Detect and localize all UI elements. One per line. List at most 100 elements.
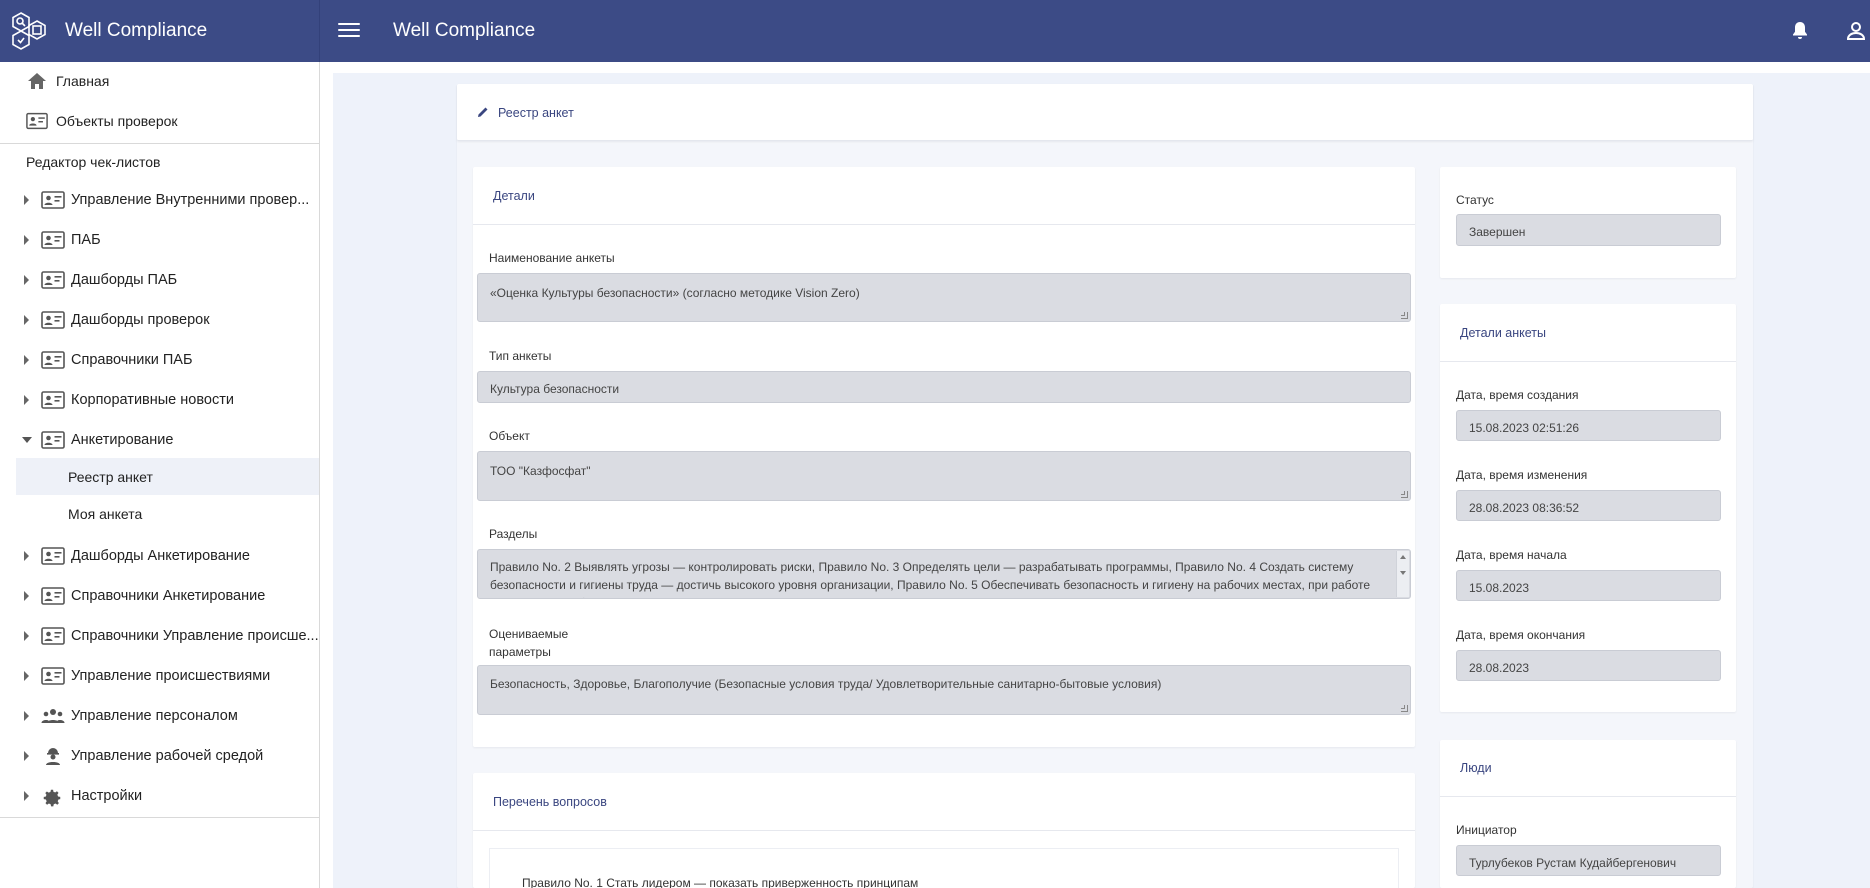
created-field[interactable]: 15.08.2023 02:51:26: [1456, 410, 1721, 441]
caret-right-icon[interactable]: [24, 395, 29, 405]
card-divider: [1440, 796, 1736, 797]
sidebar-section-editor[interactable]: Редактор чек-листов: [26, 154, 161, 170]
breadcrumb[interactable]: Реестр анкет: [498, 106, 574, 120]
sidebar-item[interactable]: Дашборды проверок: [0, 302, 319, 338]
evaluated-params-value: Безопасность, Здоровье, Благополучие (Бе…: [490, 677, 1162, 691]
sidebar-item-label: Главная: [56, 73, 110, 89]
caret-right-icon[interactable]: [24, 671, 29, 681]
card-divider: [1440, 361, 1736, 362]
sidebar-item[interactable]: Справочники Управление происше...: [0, 618, 319, 654]
people-icon: [41, 707, 65, 725]
initiator-value: Турлубеков Рустам Кудайбергенович: [1469, 856, 1677, 870]
sidebar-item-label: Управление рабочей средой: [71, 748, 264, 764]
sidebar-item[interactable]: Дашборды Анкетирование: [0, 538, 319, 574]
start-date-field[interactable]: 15.08.2023: [1456, 570, 1721, 601]
questionnaire-name-field[interactable]: «Оценка Культуры безопасности» (согласно…: [477, 273, 1411, 322]
sidebar-subitem-label: Реестр анкет: [68, 469, 153, 485]
id-card-icon: [41, 627, 65, 645]
caret-right-icon[interactable]: [24, 195, 29, 205]
id-card-icon: [41, 351, 65, 369]
sidebar-item-objects[interactable]: Объекты проверок: [0, 103, 319, 139]
caret-right-icon[interactable]: [24, 551, 29, 561]
top-bar: Well Compliance Well Compliance: [0, 0, 1870, 62]
scroll-down-icon[interactable]: [1400, 571, 1406, 575]
end-date-field[interactable]: 28.08.2023: [1456, 650, 1721, 681]
caret-right-icon[interactable]: [24, 711, 29, 721]
status-value: Завершен: [1469, 225, 1526, 239]
sidebar-subitem[interactable]: Моя анкета: [16, 495, 319, 532]
caret-right-icon[interactable]: [24, 235, 29, 245]
sidebar-item[interactable]: Управление персоналом: [0, 698, 319, 734]
sidebar-item[interactable]: Корпоративные новости: [0, 382, 319, 418]
sidebar-item[interactable]: Справочники Анкетирование: [0, 578, 319, 614]
notifications-bell-icon[interactable]: [1788, 19, 1812, 43]
sidebar-item[interactable]: Управление Внутренними провер...: [0, 182, 319, 218]
caret-down-icon[interactable]: [22, 437, 32, 443]
sidebar-item-label: Дашборды проверок: [71, 312, 210, 328]
object-value: ТОО "Казфосфат": [490, 464, 591, 478]
user-account-icon[interactable]: [1844, 19, 1868, 43]
sidebar-item[interactable]: Дашборды ПАБ: [0, 262, 319, 298]
sections-field[interactable]: Правило No. 2 Выявлять угрозы — контроли…: [477, 549, 1411, 599]
initiator-label: Инициатор: [1456, 823, 1517, 837]
id-card-icon: [41, 231, 65, 249]
sidebar-item[interactable]: Анкетирование: [0, 422, 319, 458]
menu-toggle-button[interactable]: [338, 20, 360, 40]
caret-right-icon[interactable]: [24, 631, 29, 641]
caret-right-icon[interactable]: [24, 275, 29, 285]
sidebar-item[interactable]: Справочники ПАБ: [0, 342, 319, 378]
id-card-icon: [41, 667, 65, 685]
sidebar-subitem[interactable]: Реестр анкет: [16, 458, 319, 495]
evaluated-params-label: Оцениваемые параметры: [489, 627, 569, 659]
caret-right-icon[interactable]: [24, 751, 29, 761]
sidebar-item-home[interactable]: Главная: [0, 63, 319, 99]
sidebar-item[interactable]: Управление рабочей средой: [0, 738, 319, 774]
questionnaire-type-field[interactable]: Культура безопасности: [477, 371, 1411, 403]
sidebar-item-label: Справочники Анкетирование: [71, 588, 266, 604]
sidebar-divider: [0, 143, 319, 144]
modified-field[interactable]: 28.08.2023 08:36:52: [1456, 490, 1721, 521]
resize-handle[interactable]: [1401, 491, 1408, 498]
created-value: 15.08.2023 02:51:26: [1469, 421, 1580, 435]
id-card-icon: [41, 587, 65, 605]
caret-right-icon[interactable]: [24, 791, 29, 801]
sidebar-item[interactable]: ПАБ: [0, 222, 319, 258]
caret-right-icon[interactable]: [24, 591, 29, 601]
start-date-label: Дата, время начала: [1456, 548, 1567, 562]
evaluated-params-field[interactable]: Безопасность, Здоровье, Благополучие (Бе…: [477, 665, 1411, 715]
id-card-icon: [41, 311, 65, 329]
object-field[interactable]: ТОО "Казфосфат": [477, 451, 1411, 501]
question-item[interactable]: Правило No. 1 Стать лидером — показать п…: [489, 848, 1399, 888]
sidebar-item-label: Объекты проверок: [56, 113, 178, 129]
logo-icon: [12, 12, 46, 50]
initiator-field[interactable]: Турлубеков Рустам Кудайбергенович: [1456, 845, 1721, 876]
sections-label: Разделы: [489, 527, 538, 541]
sections-value: Правило No. 2 Выявлять угрозы — контроли…: [490, 560, 1371, 598]
id-card-icon: [41, 547, 65, 565]
sidebar-item[interactable]: Управление происшествиями: [0, 658, 319, 694]
home-icon: [28, 73, 46, 89]
sidebar-item[interactable]: Настройки: [0, 778, 319, 814]
object-label: Объект: [489, 429, 530, 443]
caret-right-icon[interactable]: [24, 355, 29, 365]
scroll-up-icon[interactable]: [1400, 555, 1406, 559]
resize-handle[interactable]: [1401, 705, 1408, 712]
breadcrumb-bar: [457, 84, 1753, 141]
questionnaire-name-value: «Оценка Культуры безопасности» (согласно…: [490, 286, 860, 300]
sidebar: Главная Объекты проверок Редактор чек-ли…: [0, 62, 320, 888]
brand[interactable]: Well Compliance: [0, 0, 320, 62]
status-field[interactable]: Завершен: [1456, 214, 1721, 246]
sidebar-item-label: Дашборды ПАБ: [71, 272, 178, 288]
card-divider: [473, 224, 1415, 225]
sidebar-item-label: Дашборды Анкетирование: [71, 548, 250, 564]
id-card-icon: [41, 431, 65, 449]
worker-icon: [41, 747, 65, 765]
sections-scrollbar[interactable]: [1396, 551, 1409, 597]
status-label: Статус: [1456, 193, 1494, 207]
caret-right-icon[interactable]: [24, 315, 29, 325]
sidebar-item-label: Справочники Управление происше...: [71, 628, 319, 644]
start-date-value: 15.08.2023: [1469, 581, 1530, 595]
sidebar-item-label: ПАБ: [71, 232, 101, 248]
resize-handle[interactable]: [1401, 312, 1408, 319]
sidebar-divider: [0, 817, 319, 818]
